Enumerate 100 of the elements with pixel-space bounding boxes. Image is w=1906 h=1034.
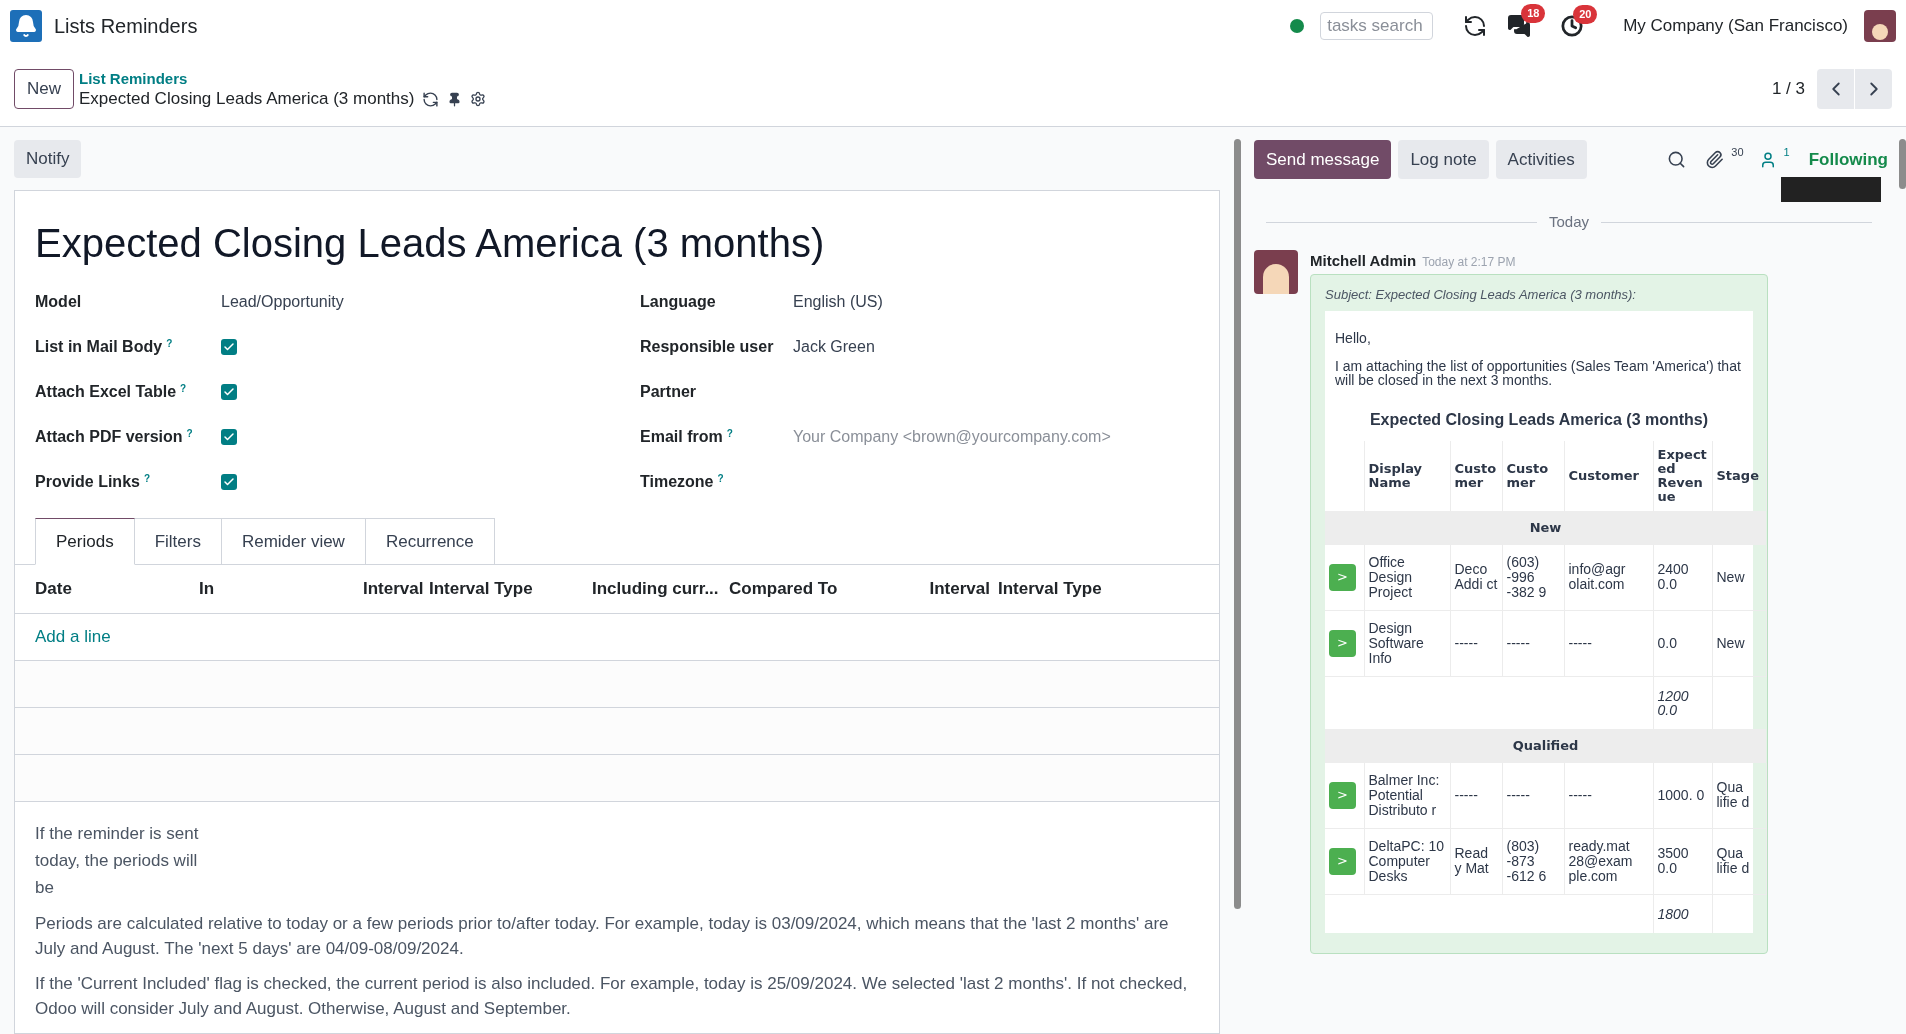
- group-total: 1800: [1653, 894, 1712, 933]
- checkbox[interactable]: [221, 428, 237, 445]
- column-header[interactable]: Date: [35, 576, 199, 602]
- email-table-cell: Qua lifie d: [1712, 762, 1766, 828]
- email-table-cell: (803) -873 -612 6: [1502, 828, 1564, 894]
- pin-icon[interactable]: [447, 91, 463, 107]
- paperclip-icon[interactable]: [1705, 150, 1725, 169]
- check-icon: [223, 340, 235, 353]
- next-button[interactable]: [1855, 69, 1892, 109]
- app-logo-icon[interactable]: [10, 10, 42, 42]
- date-separator: Today: [1548, 212, 1590, 232]
- help-paragraph: Periods are calculated relative to today or a few periods prior to/after today. For example, today is 03/09/2024, which means that the 'last 2 months' are July and August. The 'next 5 days' are 04/09-08/09/2024.: [35, 913, 1170, 960]
- chatter-button[interactable]: Send message: [1254, 140, 1392, 179]
- email-table-cell: -----: [1450, 610, 1502, 676]
- field-value[interactable]: English (US): [793, 289, 883, 314]
- field-label: Timezone $^{?}$: [640, 471, 724, 492]
- pager-value[interactable]: 1 / 3: [1771, 76, 1805, 102]
- chatter-button[interactable]: Log note: [1398, 140, 1489, 179]
- email-table-cell: -----: [1502, 610, 1564, 676]
- tab[interactable]: Recurrence: [365, 518, 495, 565]
- check-icon: [223, 430, 235, 443]
- field-value[interactable]: Lead/Opportunity: [221, 289, 344, 314]
- email-table-cell: 0.0: [1653, 610, 1712, 676]
- column-header[interactable]: Interval: [925, 576, 998, 602]
- column-header[interactable]: Interval Type: [998, 576, 1118, 602]
- email-table-cell: (603) -996 -382 9: [1502, 544, 1564, 610]
- email-column-header: Customer: [1564, 440, 1653, 511]
- tab[interactable]: Filters: [134, 518, 222, 565]
- email-table-cell: New: [1712, 610, 1766, 676]
- email-table-cell: Read y Mat: [1450, 828, 1502, 894]
- checkbox[interactable]: [221, 473, 237, 490]
- settings-icon[interactable]: [470, 91, 487, 107]
- email-table-cell: Qua lifie d: [1712, 828, 1766, 894]
- company-switcher[interactable]: My Company (San Francisco): [1623, 13, 1848, 39]
- help-marker[interactable]: ?: [186, 427, 193, 439]
- notify-button[interactable]: Notify: [14, 140, 82, 178]
- help-label: If the reminder is sent today, the periods will be: [35, 823, 200, 899]
- field-label: Model: [35, 291, 82, 312]
- field-label: Provide Links $^{?}$: [35, 471, 151, 492]
- notification-badge: 20: [1573, 5, 1598, 24]
- chatter-button[interactable]: Activities: [1495, 140, 1587, 179]
- message-time: Today at 2:17 PM: [1422, 253, 1516, 271]
- email-greeting: Hello,: [1334, 328, 1372, 345]
- email-table-cell: 2400 0.0: [1653, 544, 1712, 610]
- checkbox[interactable]: [221, 383, 237, 400]
- record-title: Expected Closing Leads America (3 months): [35, 220, 826, 267]
- help-paragraph: If the 'Current Included' flag is checked, the current period is also included. For example, today is 25/09/2024. We selected 'last 2 months'. If not checked, Odoo will consider July and August. Otherwise, August and September.: [35, 973, 1189, 1020]
- record-title: Expected Closing Leads America (3 months): [79, 89, 415, 109]
- user-avatar[interactable]: [1864, 10, 1896, 42]
- help-marker[interactable]: ?: [143, 472, 151, 484]
- field-label: Responsible user: [640, 336, 774, 357]
- email-column-header: Display Name: [1364, 440, 1450, 511]
- message-subject: Subject: Expected Closing Leads America (3 months):: [1325, 286, 1637, 304]
- column-header[interactable]: Interval Type: [429, 576, 592, 602]
- tab[interactable]: Periods: [35, 518, 135, 565]
- field-label: Partner: [640, 381, 697, 402]
- field-label: Attach Excel Table $^{?}$: [35, 381, 187, 402]
- check-icon: [223, 385, 235, 398]
- column-header[interactable]: Including curr...: [592, 576, 729, 602]
- help-marker[interactable]: ?: [726, 427, 733, 439]
- check-icon: [223, 475, 235, 488]
- column-header[interactable]: Compared To: [729, 576, 925, 602]
- email-table-cell: Office Design Project: [1364, 544, 1450, 610]
- attachment-count: 30: [1731, 145, 1744, 161]
- email-column-header: Expect ed Reven ue: [1653, 440, 1712, 511]
- field-label: Email from $^{?}$: [640, 426, 733, 447]
- email-table-cell: -----: [1450, 762, 1502, 828]
- email-table-cell: New: [1712, 544, 1766, 610]
- email-table-cell: info@agr olait.com: [1564, 544, 1653, 610]
- column-header[interactable]: In: [199, 576, 363, 602]
- help-marker[interactable]: ?: [717, 472, 724, 484]
- search-icon[interactable]: [1667, 150, 1687, 169]
- new-button[interactable]: New: [14, 69, 74, 109]
- add-line-link[interactable]: Add a line: [35, 624, 111, 650]
- group-header: New: [1325, 510, 1766, 545]
- author-avatar[interactable]: [1254, 249, 1298, 294]
- checkbox[interactable]: [221, 338, 237, 355]
- email-table-cell: Deco Addi ct: [1450, 544, 1502, 610]
- breadcrumb-link[interactable]: List Reminders: [79, 69, 487, 89]
- following-button[interactable]: Following: [1808, 146, 1888, 173]
- email-table-cell: Design Software Info: [1364, 610, 1450, 676]
- help-marker[interactable]: ?: [166, 337, 173, 349]
- circular-arrow-icon[interactable]: [422, 90, 440, 108]
- group-header: Qualified: [1325, 728, 1766, 763]
- email-table-cell: ready.mat 28@exam ple.com: [1564, 828, 1653, 894]
- email-input[interactable]: Your Company <brown@yourcompany.com>: [793, 424, 1113, 449]
- email-column-header: Stage: [1712, 440, 1766, 511]
- app-title[interactable]: Lists Reminders: [54, 11, 198, 41]
- field-label: Attach PDF version $^{?}$: [35, 426, 193, 447]
- previous-button[interactable]: [1817, 69, 1854, 109]
- field-value[interactable]: Jack Green: [793, 334, 875, 359]
- circular-arrow-icon[interactable]: [1463, 14, 1488, 38]
- help-marker[interactable]: ?: [180, 382, 187, 394]
- author-name[interactable]: Mitchell Admin: [1310, 249, 1417, 272]
- email-table-cell: DeltaPC: 10 Computer Desks: [1364, 828, 1450, 894]
- search-field[interactable]: tasks search: [1320, 12, 1434, 40]
- email-body: I am attaching the list of opportunities (Sales Team 'America') that will be closed in the next 3 months.: [1334, 356, 1742, 387]
- column-header[interactable]: Interval: [363, 576, 429, 602]
- tab[interactable]: Remider view: [221, 518, 366, 565]
- email-table-cell: -----: [1564, 762, 1653, 828]
